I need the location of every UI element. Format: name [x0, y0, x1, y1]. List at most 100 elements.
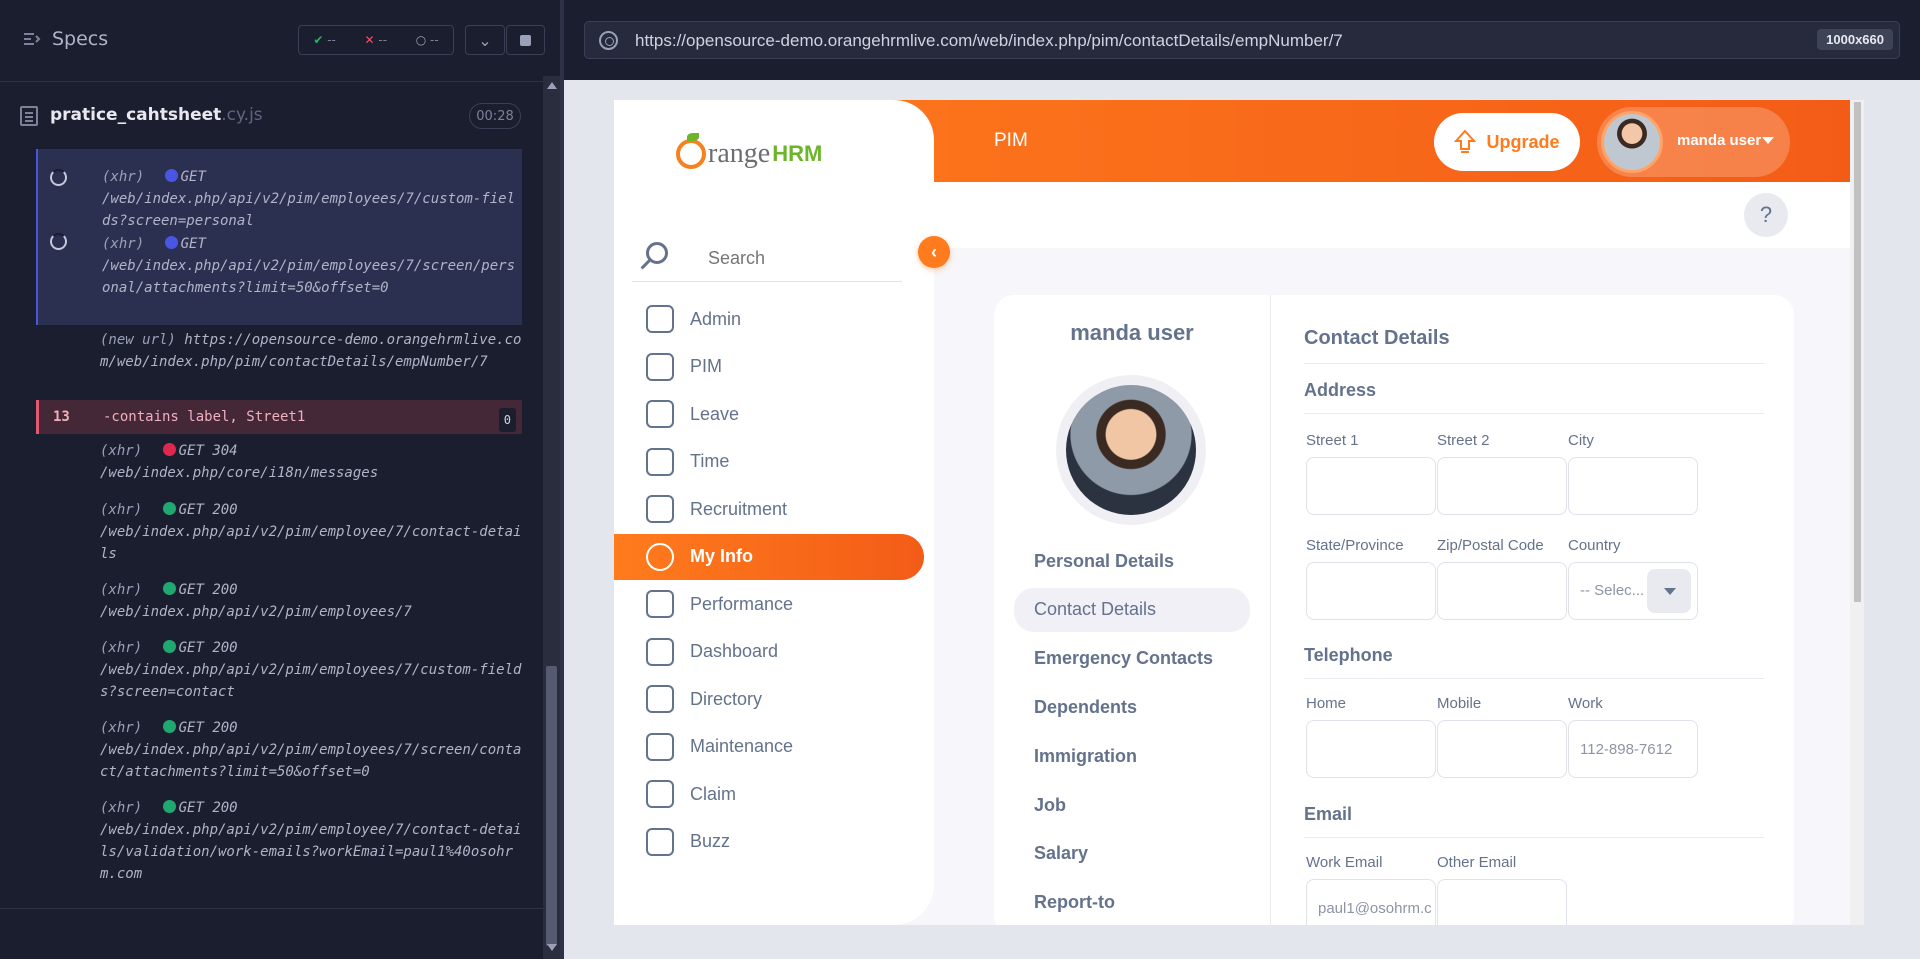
viewport-size-badge[interactable]: 1000x660: [1817, 29, 1893, 50]
scroll-down-icon[interactable]: [547, 944, 557, 951]
search-icon: [646, 242, 668, 264]
state-label: State/Province: [1306, 537, 1404, 554]
tab-job[interactable]: Job: [1014, 783, 1250, 827]
admin-icon: [646, 305, 674, 333]
pim-icon: [646, 352, 674, 381]
sidebar-item-label: PIM: [690, 356, 723, 376]
command-row[interactable]: (xhr) GET 200 /web/index.php/api/v2/pim/…: [36, 499, 522, 579]
city-input[interactable]: [1568, 457, 1698, 515]
sidebar-item-dashboard[interactable]: Dashboard: [614, 629, 924, 675]
country-select[interactable]: -- Selec...: [1568, 562, 1698, 620]
command-log[interactable]: (xhr) GET /web/index.php/api/v2/pim/empl…: [36, 149, 522, 894]
sidebar-item-performance[interactable]: Performance: [614, 581, 924, 627]
upgrade-button[interactable]: Upgrade: [1434, 113, 1580, 171]
mobile-phone-input[interactable]: [1437, 720, 1567, 778]
sidebar-item-recruitment[interactable]: Recruitment: [614, 486, 924, 532]
street2-input[interactable]: [1437, 457, 1567, 515]
scrollbar-thumb[interactable]: [546, 666, 557, 946]
performance-icon: [646, 590, 674, 618]
employee-avatar: [1066, 385, 1196, 515]
sidebar-item-admin[interactable]: Admin: [614, 296, 924, 342]
sidebar-item-buzz[interactable]: Buzz: [614, 819, 924, 865]
command-row[interactable]: (xhr) GET 200 /web/index.php/api/v2/pim/…: [36, 717, 522, 797]
scroll-up-icon[interactable]: [547, 82, 557, 89]
work-label: Work: [1568, 695, 1603, 712]
street1-input[interactable]: [1306, 457, 1436, 515]
pending-icon: ○: [415, 33, 427, 47]
failed-command-row[interactable]: 13 -contains label, Street1 0: [36, 400, 522, 434]
sidebar-item-directory[interactable]: Directory: [614, 676, 924, 722]
chevron-down-icon: ⌄: [478, 30, 492, 50]
sidebar-item-maintenance[interactable]: Maintenance: [614, 724, 924, 770]
divider: [1304, 413, 1764, 414]
stop-icon: [520, 34, 531, 46]
command-row[interactable]: (new url) https://opensource-demo.orange…: [36, 325, 522, 403]
spec-file-name: pratice_cahtsheet.cy.js: [50, 105, 263, 125]
divider: [1304, 363, 1764, 364]
tab-immigration[interactable]: Immigration: [1014, 734, 1250, 778]
spec-duration: 00:28: [469, 103, 521, 129]
sidebar-item-label: Buzz: [690, 831, 731, 851]
zip-input[interactable]: [1437, 562, 1567, 620]
command-row[interactable]: (xhr) GET 200 /web/index.php/api/v2/pim/…: [36, 579, 522, 635]
url-text[interactable]: https://opensource-demo.orangehrmlive.co…: [635, 31, 1343, 51]
url-bar[interactable]: https://opensource-demo.orangehrmlive.co…: [584, 21, 1900, 59]
home-phone-input[interactable]: [1306, 720, 1436, 778]
other-email-input[interactable]: [1437, 879, 1567, 925]
sidebar-item-pim[interactable]: PIM: [614, 344, 924, 390]
app-scrollbar[interactable]: [1850, 100, 1864, 925]
passed-stat: ✔ --: [313, 33, 336, 47]
spinner-icon: [50, 169, 67, 186]
tab-dependents[interactable]: Dependents: [1014, 685, 1250, 729]
orangehrm-logo[interactable]: range HRM: [676, 133, 822, 170]
command-log-scrollbar[interactable]: [543, 76, 560, 959]
work-email-input[interactable]: [1306, 879, 1436, 925]
sidebar: rangeHRM Admin PIM Leave Time Recruitment My …: [614, 100, 934, 925]
tab-personal-details[interactable]: Personal Details: [1014, 539, 1250, 583]
help-button[interactable]: ?: [1744, 193, 1788, 237]
employee-photo[interactable]: [1056, 375, 1206, 525]
spec-file-row[interactable]: pratice_cahtsheet.cy.js 00:28: [0, 83, 530, 149]
stop-button[interactable]: [506, 25, 545, 55]
command-row[interactable]: (xhr) GET 200 /web/index.php/api/v2/pim/…: [36, 637, 522, 717]
pending-stat: ○ --: [415, 33, 439, 47]
command-row[interactable]: (xhr) GET 200 /web/index.php/api/v2/pim/…: [36, 797, 522, 893]
user-dropdown[interactable]: manda user: [1597, 107, 1790, 177]
divider: [1304, 678, 1764, 679]
sidebar-item-label: Directory: [690, 688, 763, 709]
state-input[interactable]: [1306, 562, 1436, 620]
sidebar-item-leave[interactable]: Leave: [614, 391, 924, 437]
search-input[interactable]: [708, 248, 888, 269]
collapse-all-button[interactable]: ⌄: [465, 25, 505, 55]
work-phone-input[interactable]: [1568, 720, 1698, 778]
scrollbar-thumb[interactable]: [1854, 102, 1861, 602]
sidebar-item-claim[interactable]: Claim: [614, 771, 924, 817]
street1-label: Street 1: [1306, 432, 1359, 449]
sidebar-collapse-button[interactable]: ‹: [918, 236, 950, 268]
tab-contact-details[interactable]: Contact Details: [1014, 587, 1250, 632]
status-dot: [164, 169, 178, 182]
country-label: Country: [1568, 537, 1621, 554]
user-name: manda user: [1677, 132, 1762, 149]
check-icon: ✔: [313, 33, 324, 47]
tab-emergency-contacts[interactable]: Emergency Contacts: [1014, 637, 1250, 681]
specs-toggle[interactable]: Specs: [22, 28, 108, 50]
cypress-command-panel: Specs ✔ -- ✕ -- ○ -- ⌄ pratice_cahtsheet…: [0, 0, 560, 959]
sidebar-item-label: Recruitment: [690, 498, 788, 519]
sidebar-item-label: Dashboard: [690, 641, 779, 661]
home-label: Home: [1306, 695, 1347, 712]
command-row[interactable]: (xhr) GET 304 /web/index.php/core/i18n/m…: [36, 440, 522, 496]
sidebar-item-time[interactable]: Time: [614, 439, 924, 485]
other-email-label: Other Email: [1437, 854, 1517, 871]
dashboard-icon: [646, 637, 674, 666]
command-row[interactable]: (xhr) GET /web/index.php/api/v2/pim/empl…: [36, 149, 522, 229]
recruitment-icon: [646, 495, 674, 523]
sidebar-item-my-info[interactable]: My Info: [614, 533, 924, 580]
tab-report-to[interactable]: Report-to: [1014, 881, 1250, 925]
status-dot: [162, 720, 176, 733]
spinner-icon: [50, 233, 67, 250]
section-title-address: Address: [1304, 380, 1377, 400]
tab-salary[interactable]: Salary: [1014, 832, 1250, 876]
form-title: Contact Details: [1304, 327, 1450, 349]
command-row[interactable]: (xhr) GET /web/index.php/api/v2/pim/empl…: [36, 229, 522, 325]
